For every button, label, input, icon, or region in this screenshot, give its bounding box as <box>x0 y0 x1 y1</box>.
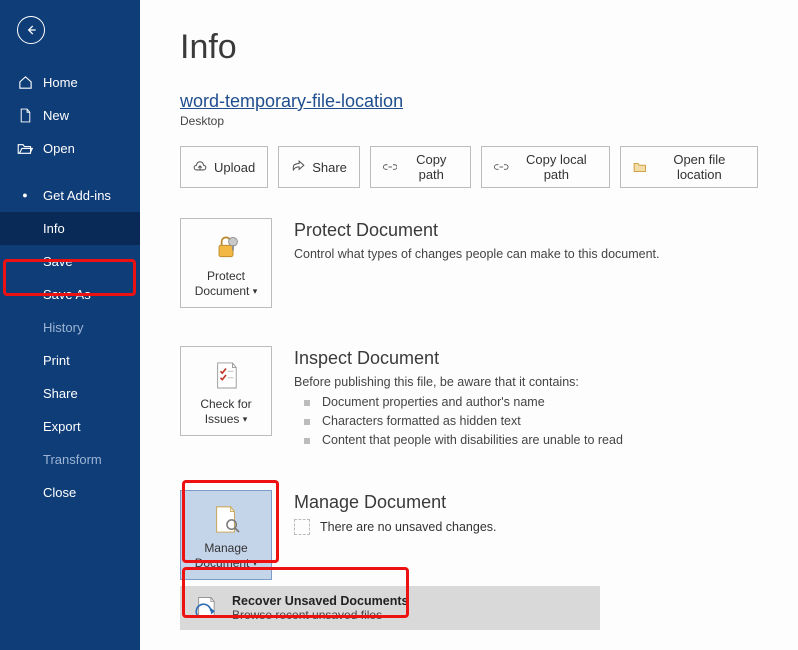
sidebar-item-label: Share <box>43 386 78 401</box>
sidebar-item-label: New <box>43 108 69 123</box>
inspect-title: Inspect Document <box>294 348 758 369</box>
inspect-item: Document properties and author's name <box>294 395 758 409</box>
document-icon <box>17 108 33 123</box>
sidebar-item-info[interactable]: Info <box>0 212 140 245</box>
sidebar-item-label: Transform <box>43 452 102 467</box>
action-button-row: Upload Share Copy path Copy local path <box>180 146 758 188</box>
link-icon <box>494 161 509 173</box>
empty-document-icon <box>294 519 310 535</box>
recover-subtitle: Browse recent unsaved files <box>232 608 408 622</box>
sidebar-item-label: Open <box>43 141 75 156</box>
sidebar-item-home[interactable]: Home <box>0 66 140 99</box>
sidebar-item-label: Save <box>43 254 73 269</box>
protect-desc: Control what types of changes people can… <box>294 247 758 261</box>
inspect-item: Characters formatted as hidden text <box>294 414 758 428</box>
backstage-main: Info word-temporary-file-location Deskto… <box>140 0 798 650</box>
inspect-desc: Before publishing this file, be aware th… <box>294 375 758 389</box>
sidebar-item-open[interactable]: Open <box>0 132 140 165</box>
chevron-down-icon: ▾ <box>253 286 258 296</box>
share-icon <box>291 160 305 174</box>
back-button[interactable] <box>17 16 45 44</box>
arrow-left-icon <box>24 23 38 37</box>
manage-title: Manage Document <box>294 492 758 513</box>
check-for-issues-button[interactable]: Check forIssues ▾ <box>180 346 272 436</box>
home-icon <box>17 75 33 90</box>
sidebar-item-save[interactable]: Save <box>0 245 140 278</box>
recover-title: Recover Unsaved Documents <box>232 594 408 608</box>
file-location-label: Desktop <box>180 114 758 128</box>
inspect-items-list: Document properties and author's name Ch… <box>294 395 758 447</box>
inspect-item: Content that people with disabilities ar… <box>294 433 758 447</box>
button-label: Share <box>312 160 347 175</box>
protect-document-section: ProtectDocument ▾ Protect Document Contr… <box>180 218 758 308</box>
sidebar-item-transform: Transform <box>0 443 140 476</box>
copy-path-button[interactable]: Copy path <box>370 146 471 188</box>
copy-local-path-button[interactable]: Copy local path <box>481 146 610 188</box>
sidebar-item-label: History <box>43 320 83 335</box>
backstage-sidebar: Home New Open ● Get Add-ins Info Save <box>0 0 140 650</box>
sidebar-item-share[interactable]: Share <box>0 377 140 410</box>
button-label: Copy local path <box>516 152 597 182</box>
manage-document-button[interactable]: ManageDocument ▾ <box>180 490 272 580</box>
sidebar-item-print[interactable]: Print <box>0 344 140 377</box>
bullet-icon: ● <box>17 191 33 200</box>
recover-unsaved-documents-item[interactable]: Recover Unsaved Documents Browse recent … <box>180 586 600 630</box>
sidebar-item-close[interactable]: Close <box>0 476 140 509</box>
chevron-down-icon: ▾ <box>253 558 258 568</box>
protect-document-button[interactable]: ProtectDocument ▾ <box>180 218 272 308</box>
share-button[interactable]: Share <box>278 146 360 188</box>
folder-icon <box>633 161 647 174</box>
chevron-down-icon: ▾ <box>243 414 248 424</box>
sidebar-item-new[interactable]: New <box>0 99 140 132</box>
sidebar-item-history: History <box>0 311 140 344</box>
inspect-document-section: Check forIssues ▾ Inspect Document Befor… <box>180 346 758 452</box>
document-search-icon <box>185 503 267 535</box>
lock-icon <box>185 231 267 263</box>
link-icon <box>383 161 398 173</box>
sidebar-item-save-as[interactable]: Save As <box>0 278 140 311</box>
recover-icon <box>192 594 220 622</box>
button-label: Open file location <box>654 152 745 182</box>
sidebar-item-label: Get Add-ins <box>43 188 111 203</box>
upload-icon <box>193 160 207 174</box>
sidebar-item-label: Close <box>43 485 76 500</box>
upload-button[interactable]: Upload <box>180 146 268 188</box>
sidebar-item-label: Export <box>43 419 81 434</box>
page-title: Info <box>180 28 758 67</box>
manage-document-section: ManageDocument ▾ Manage Document There a… <box>180 490 758 580</box>
protect-title: Protect Document <box>294 220 758 241</box>
sidebar-item-label: Print <box>43 353 70 368</box>
sidebar-item-export[interactable]: Export <box>0 410 140 443</box>
sidebar-item-label: Info <box>43 221 65 236</box>
folder-open-icon <box>17 142 33 156</box>
file-title-link[interactable]: word-temporary-file-location <box>180 91 758 112</box>
button-label: Upload <box>214 160 255 175</box>
sidebar-item-addins[interactable]: ● Get Add-ins <box>0 179 140 212</box>
sidebar-item-label: Save As <box>43 287 91 302</box>
open-file-location-button[interactable]: Open file location <box>620 146 758 188</box>
manage-desc: There are no unsaved changes. <box>320 520 497 534</box>
button-label: Copy path <box>404 152 458 182</box>
sidebar-item-label: Home <box>43 75 78 90</box>
checklist-icon <box>185 359 267 391</box>
